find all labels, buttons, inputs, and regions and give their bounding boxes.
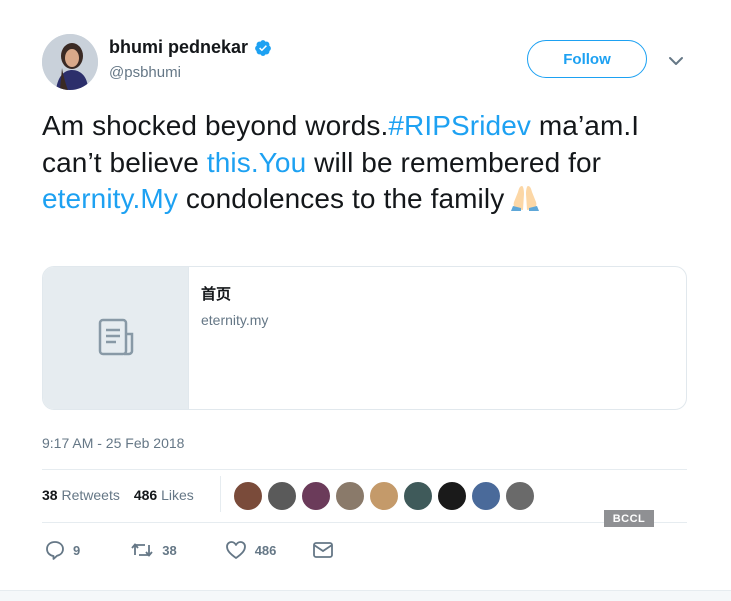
likes-stat[interactable]: 486 Likes xyxy=(134,487,194,503)
liker-avatar[interactable] xyxy=(471,481,501,511)
retweets-stat-count: 38 xyxy=(42,487,58,503)
link-preview-card[interactable]: 首页 eternity.my xyxy=(42,266,687,410)
liker-avatar[interactable] xyxy=(505,481,535,511)
avatar[interactable] xyxy=(42,34,98,90)
retweet-icon xyxy=(131,543,153,557)
follow-button[interactable]: Follow xyxy=(527,40,647,78)
liker-avatars xyxy=(233,481,535,511)
url-link-this-you[interactable]: this.You xyxy=(207,147,306,178)
tweet-text-segment: will be remembered for xyxy=(306,146,602,178)
heart-icon xyxy=(225,541,246,559)
liker-avatar[interactable] xyxy=(267,481,297,511)
watermark-badge: BCCL xyxy=(604,510,654,527)
document-icon xyxy=(98,318,133,356)
tweet-timestamp[interactable]: 9:17 AM - 25 Feb 2018 xyxy=(42,435,184,451)
card-title: 首页 xyxy=(201,285,232,303)
tweet-actions: 9 38 486 xyxy=(45,540,334,560)
direct-message-button[interactable] xyxy=(312,541,334,559)
retweets-stat[interactable]: 38 Retweets xyxy=(42,487,120,503)
card-thumbnail xyxy=(43,267,189,409)
divider xyxy=(42,522,687,523)
reply-icon xyxy=(46,541,64,560)
liker-avatar[interactable] xyxy=(369,481,399,511)
retweet-count: 38 xyxy=(162,542,177,558)
stats-separator xyxy=(220,476,221,512)
envelope-icon xyxy=(313,542,334,558)
tweet-text-segment: condolences to the family xyxy=(177,183,505,214)
liker-avatar[interactable] xyxy=(335,481,365,511)
hashtag-link[interactable]: #RIPSridev xyxy=(388,110,531,141)
user-name-text: bhumi pednekar xyxy=(109,37,249,57)
url-link-eternity-my[interactable]: eternity.My xyxy=(42,183,178,214)
retweets-stat-label: Retweets xyxy=(61,487,120,503)
reply-button[interactable]: 9 xyxy=(45,540,80,560)
reply-count: 9 xyxy=(73,542,81,558)
retweet-button[interactable]: 38 xyxy=(130,540,177,560)
like-button[interactable]: 486 xyxy=(225,540,277,560)
chevron-down-icon[interactable] xyxy=(667,52,685,70)
folded-hands-emoji-icon xyxy=(508,184,542,222)
user-name[interactable]: bhumi pednekar xyxy=(109,37,272,58)
liker-avatar[interactable] xyxy=(233,481,263,511)
tweet-text: Am shocked beyond words.#RIPSridev ma’am… xyxy=(42,108,682,222)
liker-avatar[interactable] xyxy=(437,481,467,511)
liker-avatar[interactable] xyxy=(403,481,433,511)
liker-avatar[interactable] xyxy=(301,481,331,511)
bottom-border xyxy=(0,590,731,601)
divider xyxy=(42,469,687,470)
engagement-stats: 38 Retweets 486 Likes xyxy=(42,487,194,503)
user-handle[interactable]: @psbhumi xyxy=(109,64,181,81)
likes-stat-label: Likes xyxy=(161,487,194,503)
card-domain: eternity.my xyxy=(201,312,269,328)
verified-badge-icon xyxy=(255,39,271,56)
avatar-image xyxy=(42,34,98,90)
likes-stat-count: 486 xyxy=(133,487,158,503)
tweet-text-segment: Am shocked beyond words. xyxy=(42,110,389,141)
like-count: 486 xyxy=(254,542,277,558)
